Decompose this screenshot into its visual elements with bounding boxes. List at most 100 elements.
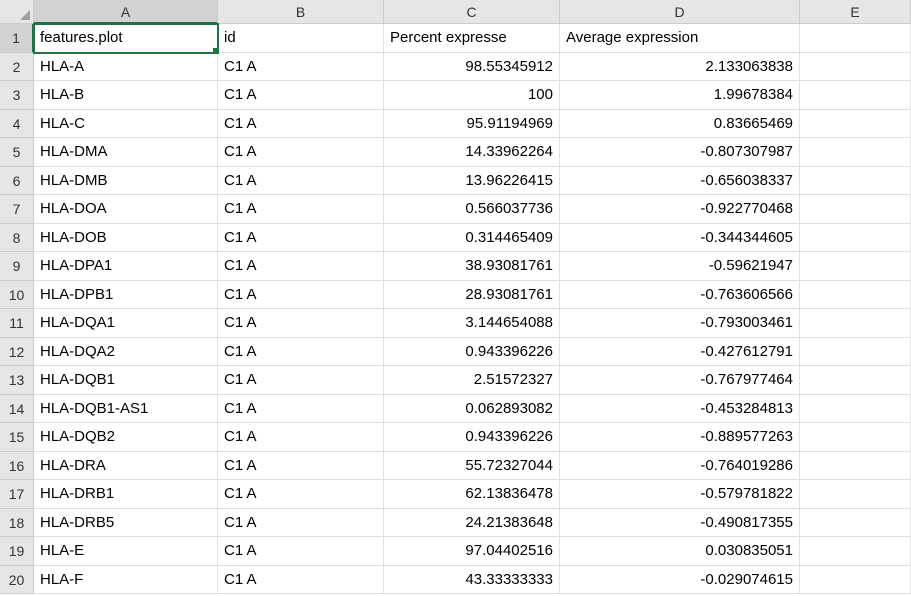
row-header-7[interactable]: 7	[0, 195, 34, 224]
cell-D7[interactable]: -0.922770468	[560, 195, 800, 224]
cell-C13[interactable]: 2.51572327	[384, 366, 560, 395]
cell-C4[interactable]: 95.91194969	[384, 110, 560, 139]
cell-A10[interactable]: HLA-DPB1	[34, 281, 218, 310]
cell-D11[interactable]: -0.793003461	[560, 309, 800, 338]
cell-A15[interactable]: HLA-DQB2	[34, 423, 218, 452]
cell-A19[interactable]: HLA-E	[34, 537, 218, 566]
cell-E15[interactable]	[800, 423, 911, 452]
cell-A16[interactable]: HLA-DRA	[34, 452, 218, 481]
cell-B17[interactable]: C1 A	[218, 480, 384, 509]
cell-E13[interactable]	[800, 366, 911, 395]
row-header-19[interactable]: 19	[0, 537, 34, 566]
cell-B14[interactable]: C1 A	[218, 395, 384, 424]
cell-E10[interactable]	[800, 281, 911, 310]
cell-D15[interactable]: -0.889577263	[560, 423, 800, 452]
cell-A2[interactable]: HLA-A	[34, 53, 218, 82]
cell-A13[interactable]: HLA-DQB1	[34, 366, 218, 395]
row-header-2[interactable]: 2	[0, 53, 34, 82]
cell-C17[interactable]: 62.13836478	[384, 480, 560, 509]
cell-B20[interactable]: C1 A	[218, 566, 384, 595]
cell-E19[interactable]	[800, 537, 911, 566]
cell-B3[interactable]: C1 A	[218, 81, 384, 110]
cell-D6[interactable]: -0.656038337	[560, 167, 800, 196]
cell-D13[interactable]: -0.767977464	[560, 366, 800, 395]
cell-C7[interactable]: 0.566037736	[384, 195, 560, 224]
cell-E9[interactable]	[800, 252, 911, 281]
cell-D8[interactable]: -0.344344605	[560, 224, 800, 253]
cell-C6[interactable]: 13.96226415	[384, 167, 560, 196]
cell-D17[interactable]: -0.579781822	[560, 480, 800, 509]
cell-A6[interactable]: HLA-DMB	[34, 167, 218, 196]
cell-B19[interactable]: C1 A	[218, 537, 384, 566]
cell-D5[interactable]: -0.807307987	[560, 138, 800, 167]
cell-D14[interactable]: -0.453284813	[560, 395, 800, 424]
cell-D1[interactable]: Average expression	[560, 24, 800, 53]
cell-B8[interactable]: C1 A	[218, 224, 384, 253]
row-header-18[interactable]: 18	[0, 509, 34, 538]
row-header-11[interactable]: 11	[0, 309, 34, 338]
row-header-1[interactable]: 1	[0, 24, 34, 53]
cell-C2[interactable]: 98.55345912	[384, 53, 560, 82]
cell-B15[interactable]: C1 A	[218, 423, 384, 452]
cell-C19[interactable]: 97.04402516	[384, 537, 560, 566]
cell-D19[interactable]: 0.030835051	[560, 537, 800, 566]
row-header-8[interactable]: 8	[0, 224, 34, 253]
cell-B11[interactable]: C1 A	[218, 309, 384, 338]
cell-E11[interactable]	[800, 309, 911, 338]
select-all-corner[interactable]	[0, 0, 34, 24]
cell-C3[interactable]: 100	[384, 81, 560, 110]
cell-D18[interactable]: -0.490817355	[560, 509, 800, 538]
cell-B4[interactable]: C1 A	[218, 110, 384, 139]
row-header-17[interactable]: 17	[0, 480, 34, 509]
row-header-9[interactable]: 9	[0, 252, 34, 281]
cell-C8[interactable]: 0.314465409	[384, 224, 560, 253]
cell-B7[interactable]: C1 A	[218, 195, 384, 224]
cell-E1[interactable]	[800, 24, 911, 53]
cell-B13[interactable]: C1 A	[218, 366, 384, 395]
cell-D3[interactable]: 1.99678384	[560, 81, 800, 110]
cell-D2[interactable]: 2.133063838	[560, 53, 800, 82]
cell-A17[interactable]: HLA-DRB1	[34, 480, 218, 509]
cell-E5[interactable]	[800, 138, 911, 167]
row-header-15[interactable]: 15	[0, 423, 34, 452]
cell-B6[interactable]: C1 A	[218, 167, 384, 196]
cell-C9[interactable]: 38.93081761	[384, 252, 560, 281]
row-header-5[interactable]: 5	[0, 138, 34, 167]
cell-C20[interactable]: 43.33333333	[384, 566, 560, 595]
cell-A12[interactable]: HLA-DQA2	[34, 338, 218, 367]
cell-E20[interactable]	[800, 566, 911, 595]
cell-A3[interactable]: HLA-B	[34, 81, 218, 110]
cell-A7[interactable]: HLA-DOA	[34, 195, 218, 224]
cell-E2[interactable]	[800, 53, 911, 82]
cell-C18[interactable]: 24.21383648	[384, 509, 560, 538]
cell-D10[interactable]: -0.763606566	[560, 281, 800, 310]
cell-B9[interactable]: C1 A	[218, 252, 384, 281]
cell-A9[interactable]: HLA-DPA1	[34, 252, 218, 281]
cell-E3[interactable]	[800, 81, 911, 110]
cell-D9[interactable]: -0.59621947	[560, 252, 800, 281]
cell-E8[interactable]	[800, 224, 911, 253]
row-header-6[interactable]: 6	[0, 167, 34, 196]
col-header-E[interactable]: E	[800, 0, 911, 24]
row-header-20[interactable]: 20	[0, 566, 34, 595]
cell-A1[interactable]: features.plot	[34, 24, 218, 53]
cell-B16[interactable]: C1 A	[218, 452, 384, 481]
cell-B18[interactable]: C1 A	[218, 509, 384, 538]
row-header-13[interactable]: 13	[0, 366, 34, 395]
cell-C10[interactable]: 28.93081761	[384, 281, 560, 310]
row-header-10[interactable]: 10	[0, 281, 34, 310]
cell-A20[interactable]: HLA-F	[34, 566, 218, 595]
row-header-3[interactable]: 3	[0, 81, 34, 110]
row-header-12[interactable]: 12	[0, 338, 34, 367]
cell-A11[interactable]: HLA-DQA1	[34, 309, 218, 338]
cell-B2[interactable]: C1 A	[218, 53, 384, 82]
cell-C12[interactable]: 0.943396226	[384, 338, 560, 367]
cell-A8[interactable]: HLA-DOB	[34, 224, 218, 253]
cell-E6[interactable]	[800, 167, 911, 196]
cell-C15[interactable]: 0.943396226	[384, 423, 560, 452]
cell-A18[interactable]: HLA-DRB5	[34, 509, 218, 538]
cell-E4[interactable]	[800, 110, 911, 139]
cell-E14[interactable]	[800, 395, 911, 424]
cell-E17[interactable]	[800, 480, 911, 509]
cell-E7[interactable]	[800, 195, 911, 224]
